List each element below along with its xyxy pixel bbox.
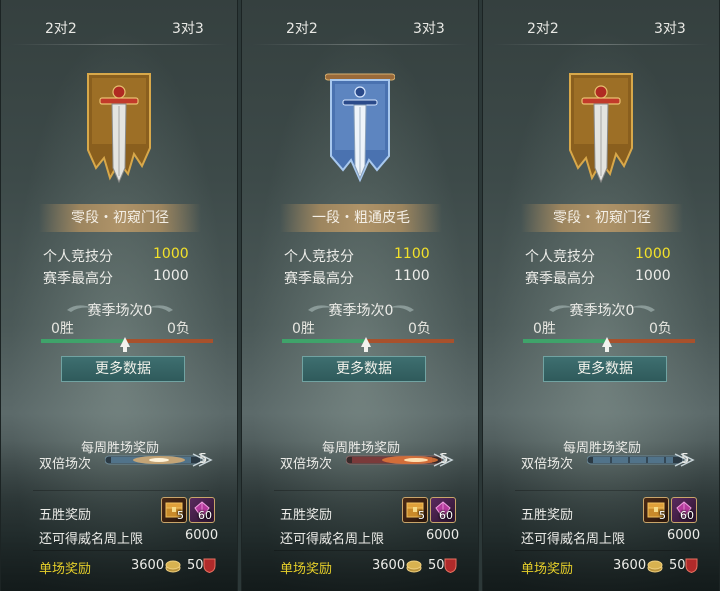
reward-item-count: 60 <box>439 509 453 522</box>
season-high-label: 赛季最高分 <box>43 271 113 287</box>
single-reward-shield: 50 <box>669 558 686 573</box>
divider <box>11 44 227 45</box>
divider <box>33 550 209 551</box>
divider <box>274 550 450 551</box>
win-loss-marker-icon <box>120 337 130 352</box>
gold-sword-banner-icon <box>569 73 633 184</box>
personal-score-label: 个人竞技分 <box>43 249 113 265</box>
single-reward-coins: 3600 <box>372 558 406 573</box>
personal-score-label: 个人竞技分 <box>284 249 354 265</box>
season-matches: 赛季场次0 <box>569 303 635 319</box>
shield-icon <box>685 558 698 573</box>
personal-score-value: 1100 <box>394 246 430 262</box>
single-reward-shield: 50 <box>187 558 204 573</box>
double-matches-meter <box>105 455 201 465</box>
losses-count: 0负 <box>649 321 672 337</box>
reward-item-gem[interactable]: 60 <box>671 497 697 523</box>
tab-3v3[interactable]: 3对3 <box>413 18 445 38</box>
divider <box>493 44 709 45</box>
tab-2v2[interactable]: 2对2 <box>286 18 318 38</box>
five-win-reward-label: 五胜奖励 <box>39 508 92 523</box>
wins-count: 0胜 <box>292 321 315 337</box>
rank-panel-2: 2对2 3对3 一段・粗通皮毛 个人竞技分 1100 赛季最高分 1100 赛季… <box>241 0 479 591</box>
divider <box>515 550 691 551</box>
wins-count: 0胜 <box>51 321 74 337</box>
season-matches: 赛季场次0 <box>87 303 153 319</box>
tab-3v3[interactable]: 3对3 <box>172 18 204 38</box>
tab-3v3[interactable]: 3对3 <box>654 18 686 38</box>
reward-item-count: 5 <box>418 509 425 522</box>
personal-score-value: 1000 <box>635 246 671 262</box>
losses-count: 0负 <box>167 321 190 337</box>
five-win-reward-label: 五胜奖励 <box>521 508 574 523</box>
win-loss-marker-icon <box>602 337 612 352</box>
more-data-button[interactable]: 更多数据 <box>61 356 185 382</box>
single-reward-label: 单场奖励 <box>521 562 574 577</box>
reward-item-gem[interactable]: 60 <box>430 497 456 523</box>
season-high-value: 1000 <box>635 268 671 284</box>
reward-item-count: 60 <box>198 509 212 522</box>
single-reward-shield: 50 <box>428 558 445 573</box>
divider <box>274 490 450 491</box>
remaining-cap-label: 还可得威名周上限 <box>39 532 144 547</box>
remaining-cap-value: 6000 <box>185 528 219 543</box>
divider <box>515 490 691 491</box>
rank-title: 一段・粗通皮毛 <box>280 204 442 232</box>
season-high-label: 赛季最高分 <box>525 271 595 287</box>
double-matches-count: 5 <box>681 452 690 467</box>
rank-panel-3: 2对2 3对3 零段・初窥门径 个人竞技分 1000 赛季最高分 1000 赛季… <box>482 0 720 591</box>
more-data-button[interactable]: 更多数据 <box>543 356 667 382</box>
shield-icon <box>203 558 216 573</box>
double-matches-meter <box>346 455 442 465</box>
tab-2v2[interactable]: 2对2 <box>45 18 77 38</box>
divider <box>33 490 209 491</box>
personal-score-label: 个人竞技分 <box>525 249 595 265</box>
wins-count: 0胜 <box>533 321 556 337</box>
season-high-label: 赛季最高分 <box>284 271 354 287</box>
divider <box>252 44 468 45</box>
single-reward-coins: 3600 <box>613 558 647 573</box>
coin-icon <box>406 560 422 573</box>
personal-score-value: 1000 <box>153 246 189 262</box>
reward-item-chest[interactable]: 5 <box>402 497 428 523</box>
double-matches-count: 5 <box>440 452 449 467</box>
season-high-value: 1100 <box>394 268 430 284</box>
remaining-cap-label: 还可得威名周上限 <box>521 532 626 547</box>
single-reward-label: 单场奖励 <box>280 562 333 577</box>
season-matches: 赛季场次0 <box>328 303 394 319</box>
reward-item-gem[interactable]: 60 <box>189 497 215 523</box>
reward-item-chest[interactable]: 5 <box>161 497 187 523</box>
gold-sword-banner-icon <box>87 73 151 184</box>
reward-item-count: 60 <box>680 509 694 522</box>
rank-title: 零段・初窥门径 <box>39 204 201 232</box>
reward-item-count: 5 <box>177 509 184 522</box>
double-matches-count: 5 <box>199 452 208 467</box>
remaining-cap-value: 6000 <box>667 528 701 543</box>
double-matches-label: 双倍场次 <box>521 457 574 472</box>
blue-sword-banner-icon <box>325 73 395 183</box>
double-matches-label: 双倍场次 <box>280 457 333 472</box>
rank-title: 零段・初窥门径 <box>521 204 683 232</box>
five-win-reward-label: 五胜奖励 <box>280 508 333 523</box>
tab-2v2[interactable]: 2对2 <box>527 18 559 38</box>
losses-count: 0负 <box>408 321 431 337</box>
remaining-cap-label: 还可得威名周上限 <box>280 532 385 547</box>
coin-icon <box>647 560 663 573</box>
win-loss-marker-icon <box>361 337 371 352</box>
reward-item-count: 5 <box>659 509 666 522</box>
season-high-value: 1000 <box>153 268 189 284</box>
single-reward-label: 单场奖励 <box>39 562 92 577</box>
shield-icon <box>444 558 457 573</box>
remaining-cap-value: 6000 <box>426 528 460 543</box>
double-matches-label: 双倍场次 <box>39 457 92 472</box>
reward-item-chest[interactable]: 5 <box>643 497 669 523</box>
rank-panel-1: 2对2 3对3 零段・初窥门径 个人竞技分 1000 赛季最高分 1000 赛季… <box>0 0 238 591</box>
coin-icon <box>165 560 181 573</box>
single-reward-coins: 3600 <box>131 558 165 573</box>
more-data-button[interactable]: 更多数据 <box>302 356 426 382</box>
double-matches-meter <box>587 455 683 465</box>
